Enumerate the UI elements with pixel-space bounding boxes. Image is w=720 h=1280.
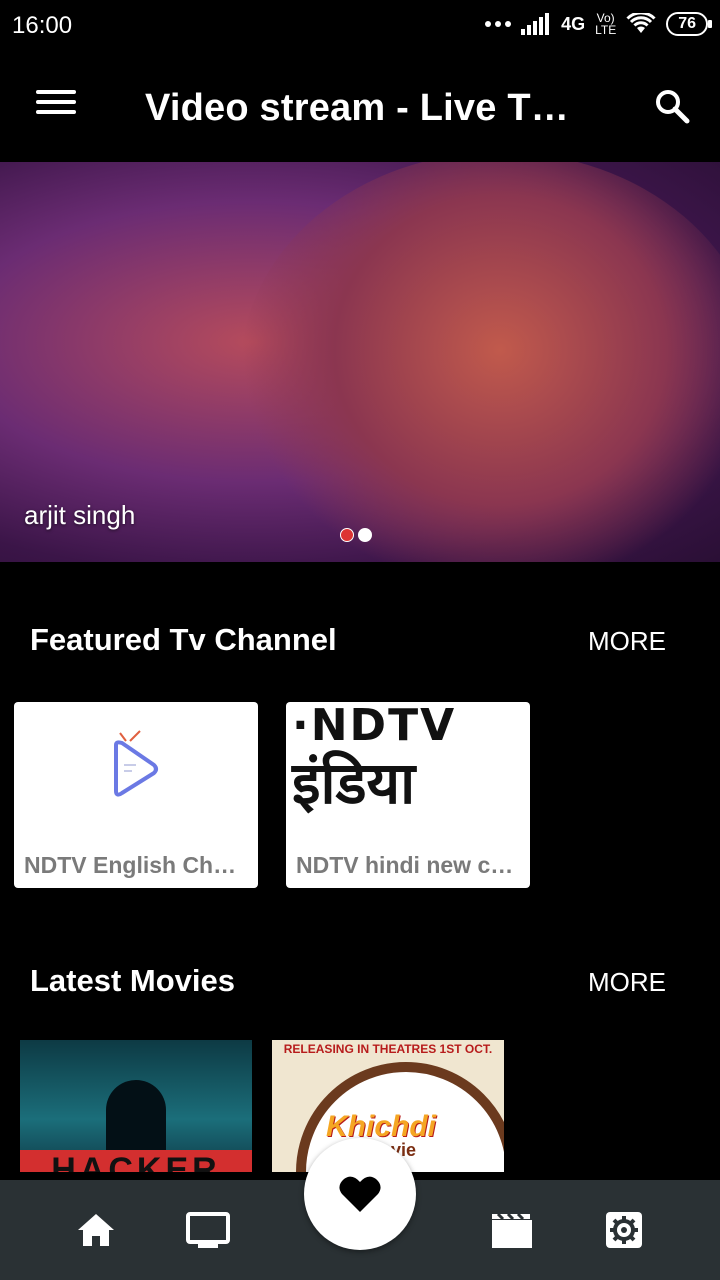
- app-title: Video stream - Live TV...: [145, 87, 575, 129]
- home-icon[interactable]: [74, 1208, 118, 1252]
- ndtv-logo-bottom: इंडिया: [292, 749, 416, 817]
- signal-icon: [521, 13, 551, 35]
- hero-image-microphone: [0, 552, 222, 562]
- channel-name: NDTV hindi new ch...: [296, 852, 516, 878]
- featured-section-title: Featured Tv Channel: [30, 622, 337, 657]
- ndtv-logo-top: ·NDTV: [292, 702, 457, 751]
- indicator-dot[interactable]: [358, 528, 372, 542]
- battery-indicator: 76: [666, 12, 712, 36]
- hooded-figure: [106, 1080, 166, 1150]
- indicator-dot-active[interactable]: [340, 528, 354, 542]
- movie-icon[interactable]: [490, 1208, 534, 1252]
- movies-section-title: Latest Movies: [30, 963, 236, 998]
- channel-thumbnail: ·NDTV इंडिया: [286, 702, 530, 836]
- movie-poster-hacker[interactable]: HACKER: [20, 1040, 252, 1172]
- volte-icon: Vo) LTE: [595, 12, 616, 36]
- app-bar: Video stream - Live TV...: [0, 52, 720, 162]
- channel-name: NDTV English Cha...: [24, 852, 244, 878]
- featured-more-button[interactable]: MORE: [588, 626, 666, 657]
- hero-image: [240, 162, 720, 562]
- volte-bottom-label: LTE: [595, 23, 617, 37]
- hero-caption: arjit singh: [24, 500, 136, 530]
- hero-page-indicator: [340, 528, 372, 542]
- channel-card-ndtv-hindi[interactable]: ·NDTV इंडिया NDTV hindi new ch...: [286, 702, 530, 888]
- notification-dots-icon: [485, 21, 512, 27]
- network-type: 4G: [561, 13, 586, 34]
- wifi-icon: [626, 11, 656, 35]
- movie-poster-title: HACKER: [20, 1150, 252, 1172]
- movie-poster-banner: RELEASING IN THEATRES 1ST OCT.: [283, 1042, 493, 1056]
- heart-icon: [339, 1176, 381, 1212]
- tv-icon[interactable]: [186, 1208, 230, 1252]
- settings-icon[interactable]: [602, 1208, 646, 1252]
- search-icon[interactable]: [654, 88, 690, 124]
- status-bar: 16:00 4G Vo) LTE 76: [0, 0, 720, 52]
- status-time: 16:00: [12, 12, 73, 39]
- movies-more-button[interactable]: MORE: [588, 967, 666, 998]
- channel-thumbnail: [14, 702, 258, 836]
- movie-poster-title: Khichdi: [326, 1110, 436, 1143]
- status-icons: 4G Vo) LTE 76: [485, 11, 712, 36]
- tv-play-icon: [114, 730, 158, 797]
- favorite-button[interactable]: [304, 1138, 416, 1250]
- channel-card-ndtv-english[interactable]: NDTV English Cha...: [14, 702, 258, 888]
- hamburger-menu-icon[interactable]: [36, 90, 76, 122]
- hero-banner[interactable]: arjit singh: [0, 162, 720, 562]
